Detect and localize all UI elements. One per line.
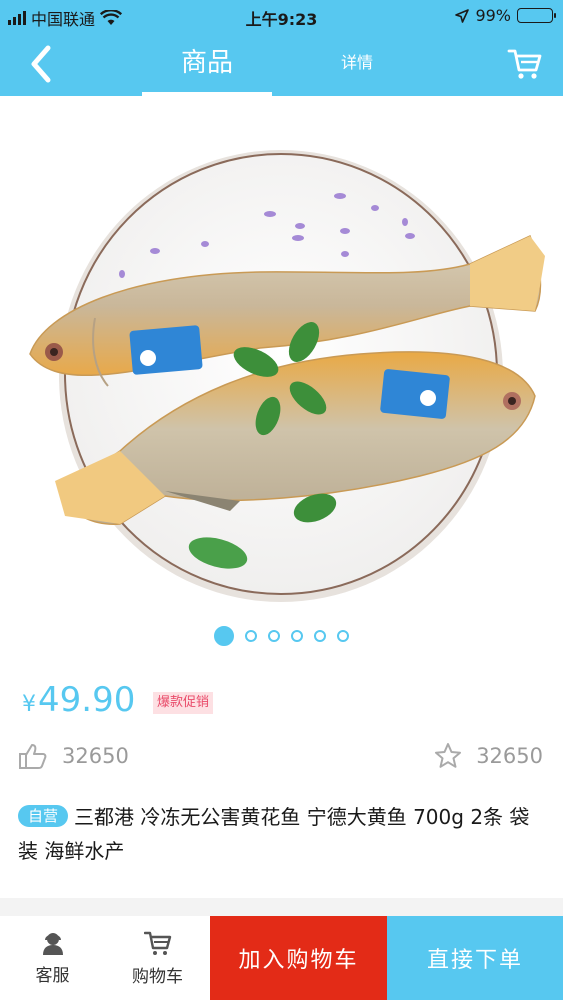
price-value: 49.90 (38, 680, 136, 720)
customer-service-label: 客服 (35, 965, 70, 986)
price-currency: ¥ (22, 692, 36, 717)
shopping-cart-button[interactable]: 购物车 (105, 916, 210, 1000)
tab-goods-label: 商品 (180, 48, 233, 78)
product-photo (29, 150, 545, 602)
status-bar: 中国联通 上午9:23 99% (0, 0, 563, 32)
pager-dot-active[interactable] (214, 626, 234, 646)
tab-goods[interactable]: 商品 (142, 32, 272, 96)
battery-percent: 99% (475, 6, 511, 25)
pager-dot[interactable] (245, 630, 257, 642)
tab-detail[interactable]: 详情 (322, 32, 392, 96)
pager-dot[interactable] (337, 630, 349, 642)
cart-button[interactable] (507, 46, 543, 82)
pager-dot[interactable] (268, 630, 280, 642)
promo-badge: 爆款促销 (153, 692, 214, 714)
back-button[interactable] (22, 42, 62, 86)
star-icon (435, 743, 462, 768)
self-operated-badge: 自营 (18, 805, 69, 827)
buy-now-button[interactable]: 直接下单 (387, 916, 563, 1000)
shopping-cart-icon (143, 931, 171, 955)
like-count: 32650 (62, 744, 129, 768)
battery-icon (517, 8, 556, 23)
bottom-action-bar: 客服 购物车 加入购物车 直接下单 (0, 916, 563, 1000)
cart-icon (507, 49, 542, 79)
pager-dot[interactable] (291, 630, 303, 642)
customer-service-icon (42, 932, 63, 955)
image-pager (0, 626, 563, 646)
section-divider (0, 898, 563, 916)
add-to-cart-button[interactable]: 加入购物车 (210, 916, 387, 1000)
product-title-text: 三都港 冷冻无公害黄花鱼 宁德大黄鱼 700g 2条 袋装 海鲜水产 (18, 805, 530, 863)
favorite-count: 32650 (476, 743, 543, 768)
buy-now-label: 直接下单 (426, 948, 523, 973)
product-image[interactable] (0, 96, 563, 616)
tab-detail-label: 详情 (340, 53, 373, 72)
like-button[interactable]: 32650 (18, 742, 129, 770)
pager-dot[interactable] (314, 630, 326, 642)
thumbs-up-icon (19, 744, 47, 769)
add-to-cart-label: 加入购物车 (238, 948, 359, 973)
price: ¥ 49.90 (22, 680, 135, 720)
product-title: 自营 三都港 冷冻无公害黄花鱼 宁德大黄鱼 700g 2条 袋装 海鲜水产 (18, 800, 543, 868)
nav-bar: 商品 详情 (0, 32, 563, 96)
location-icon (455, 8, 470, 23)
favorite-button[interactable]: 32650 (434, 742, 543, 769)
customer-service-button[interactable]: 客服 (0, 916, 105, 1000)
back-icon (31, 45, 51, 83)
status-right: 99% (455, 6, 556, 25)
shopping-cart-label: 购物车 (132, 966, 183, 987)
